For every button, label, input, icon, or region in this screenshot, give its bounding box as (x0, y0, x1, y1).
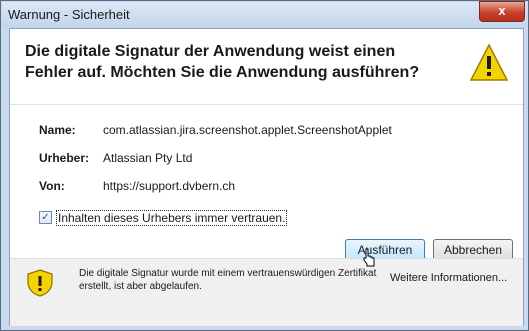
details-section: Name: com.atlassian.jira.screenshot.appl… (10, 105, 523, 261)
title-bar[interactable]: Warnung - Sicherheit (2, 2, 527, 28)
window-title: Warnung - Sicherheit (8, 7, 130, 22)
more-info-link[interactable]: Weitere Informationen... (390, 272, 507, 284)
dialog-content: Die digitale Signatur der Anwendung weis… (9, 28, 524, 326)
from-value: https://support.dvbern.ch (103, 179, 236, 193)
dialog-window: Warnung - Sicherheit x Die digitale Sign… (0, 0, 529, 331)
publisher-value: Atlassian Pty Ltd (103, 151, 193, 165)
name-label: Name: (39, 123, 76, 137)
dialog-header: Die digitale Signatur der Anwendung weis… (10, 29, 523, 105)
trust-checkbox-label[interactable]: Inhalten dieses Urhebers immer vertrauen… (56, 210, 288, 226)
dialog-footer: Die digitale Signatur wurde mit einem ve… (10, 258, 523, 326)
header-title: Die digitale Signatur der Anwendung weis… (25, 43, 420, 81)
mouse-cursor-icon (363, 248, 375, 267)
close-icon: x (498, 3, 506, 18)
close-button[interactable]: x (479, 1, 525, 22)
footer-message: Die digitale Signatur wurde mit einem ve… (79, 268, 377, 292)
name-value: com.atlassian.jira.screenshot.applet.Scr… (103, 123, 392, 137)
warning-triangle-icon (469, 43, 509, 81)
from-label: Von: (39, 179, 65, 193)
trust-checkbox[interactable]: ✓ (39, 211, 52, 224)
publisher-label: Urheber: (39, 151, 90, 165)
shield-warning-icon (27, 269, 53, 297)
